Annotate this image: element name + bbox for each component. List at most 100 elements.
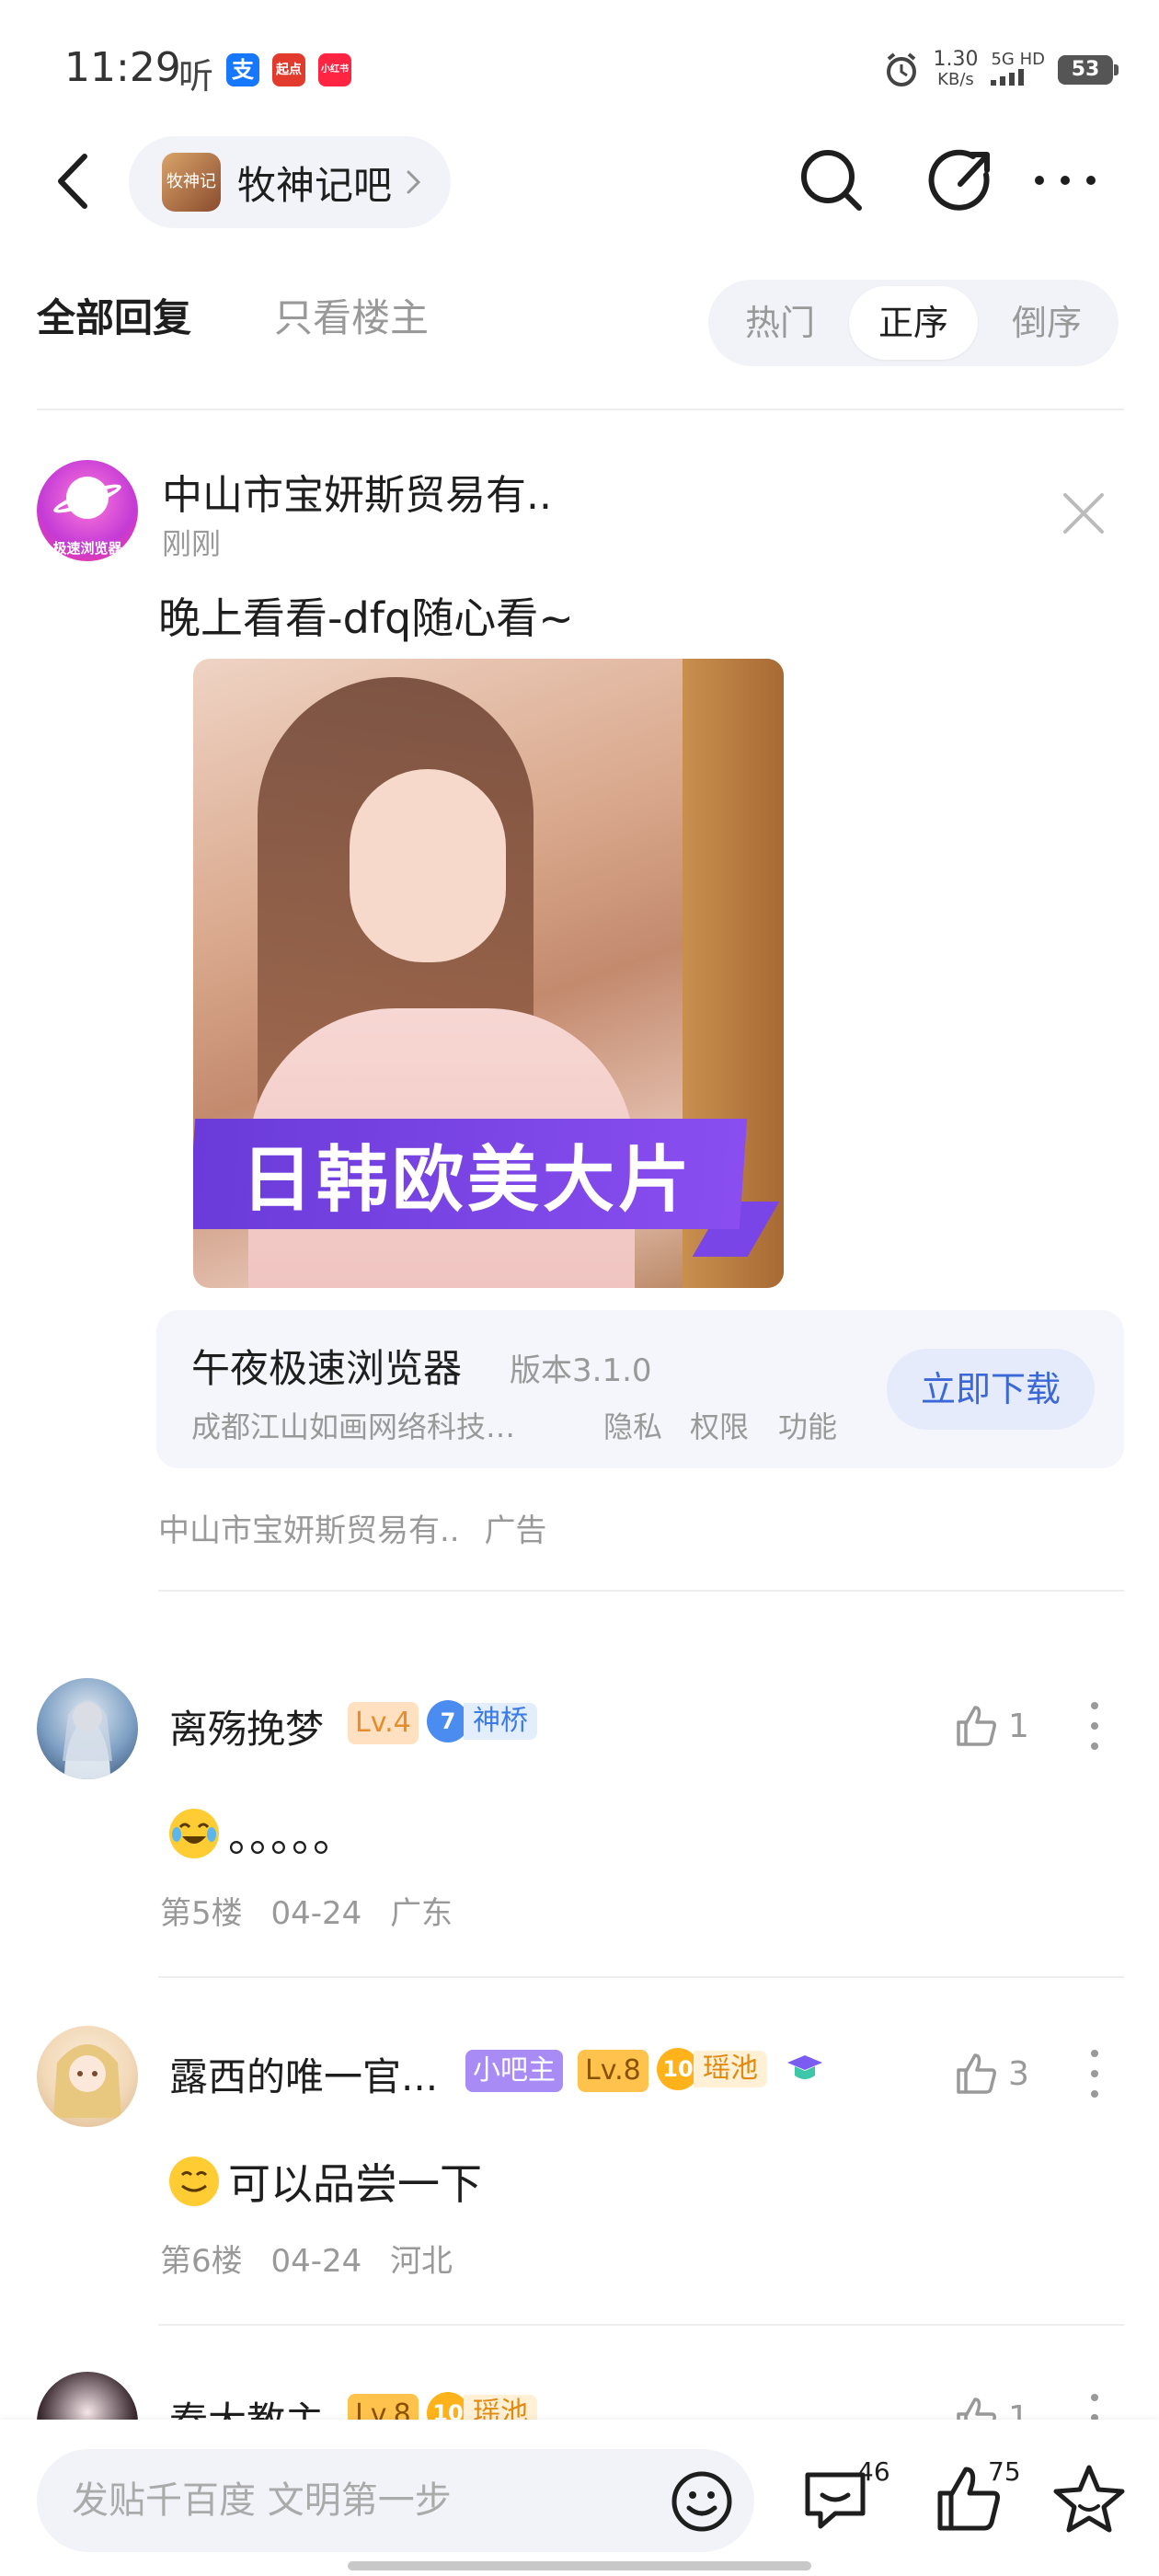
bottom-bar: 46 75 xyxy=(0,2420,1159,2576)
status-indicators: 1.30 KB/s 5G HD 53 xyxy=(883,50,1119,90)
app-version: 版本3.1.0 xyxy=(510,1352,652,1389)
reply-text: 可以品尝一下 xyxy=(228,2159,482,2209)
avatar[interactable] xyxy=(37,1678,138,1779)
features-link[interactable]: 功能 xyxy=(778,1404,837,1446)
reply-date: 04-24 xyxy=(270,2243,362,2280)
reply-region: 河北 xyxy=(390,2243,453,2280)
ad-label: 广告 xyxy=(484,1512,547,1549)
forum-link[interactable]: 牧神记 牧神记吧 xyxy=(129,136,452,228)
title-text: 瑶池 xyxy=(694,2051,767,2087)
share-icon[interactable] xyxy=(925,144,999,217)
reply-region: 广东 xyxy=(390,1895,453,1932)
smile-emoji-icon xyxy=(169,2156,219,2206)
thumbs-up-icon xyxy=(957,1706,996,1746)
like-total-count: 75 xyxy=(988,2456,1021,2487)
divider xyxy=(158,1590,1124,1592)
sort-descending[interactable]: 倒序 xyxy=(982,286,1111,360)
avatar-figure xyxy=(63,1700,112,1779)
status-bar: 11:29 听 支 起点 小红书 1.30 KB/s 5G HD 53 xyxy=(0,0,1159,138)
thumbs-up-icon xyxy=(957,2053,996,2094)
level-badge: Lv.8 xyxy=(578,2050,648,2092)
reply-meta: 第6楼 04-24 河北 xyxy=(160,2236,453,2281)
status-ting-icon: 听 xyxy=(178,56,214,97)
ad-banner-text: 日韩欧美大片 xyxy=(240,1139,694,1222)
ad-source-name: 中山市宝妍斯贸易有.. xyxy=(158,1512,460,1549)
like-button[interactable]: 3 xyxy=(953,2050,1029,2098)
graduation-cap-icon xyxy=(787,2055,822,2079)
avatar-figure xyxy=(53,2044,121,2118)
more-vertical-icon[interactable] xyxy=(1085,1698,1104,1754)
star-icon[interactable] xyxy=(1052,2462,1126,2536)
advertiser-avatar-tag: 极速浏览器 xyxy=(52,540,122,557)
reply-username[interactable]: 露西的唯一官... xyxy=(169,2046,438,2102)
sort-toggle: 热门 正序 倒序 xyxy=(708,280,1119,366)
reply-text: 。。。。。 xyxy=(228,1811,355,1861)
net-speed-value: 1.30 xyxy=(933,48,979,71)
floor-number: 第6楼 xyxy=(160,2243,243,2280)
app-developer: 成都江山如画网络科技… xyxy=(191,1409,516,1444)
more-vertical-icon[interactable] xyxy=(1085,2046,1104,2101)
like-count: 1 xyxy=(1008,1707,1029,1745)
ad-banner: 日韩欧美大片 xyxy=(193,1119,748,1229)
privacy-link[interactable]: 隐私 xyxy=(603,1404,662,1446)
alarm-icon xyxy=(887,52,917,86)
forum-header: 牧神记 牧神记吧 xyxy=(0,129,1159,239)
ad-source: 中山市宝妍斯贸易有.. 广告 xyxy=(158,1505,546,1550)
network-type: 5G HD xyxy=(991,50,1045,69)
net-speed-unit: KB/s xyxy=(937,70,974,89)
battery-indicator: 53 xyxy=(1058,55,1119,85)
like-count: 3 xyxy=(1008,2054,1029,2093)
ad-image-face xyxy=(350,769,506,962)
reply-input[interactable] xyxy=(72,2449,660,2552)
sort-ascending[interactable]: 正序 xyxy=(849,286,978,360)
xiaohongshu-icon: 小红书 xyxy=(318,53,351,86)
back-icon[interactable] xyxy=(46,149,101,213)
close-icon[interactable] xyxy=(1058,488,1109,539)
reply-date: 04-24 xyxy=(270,1895,362,1932)
divider xyxy=(158,1976,1124,1978)
level-badge: Lv.4 xyxy=(348,1702,419,1744)
download-button[interactable]: 立即下载 xyxy=(887,1349,1095,1430)
reply-content: 。。。。。 xyxy=(169,1803,355,1864)
laughing-emoji-icon xyxy=(169,1809,219,1858)
chevron-right-icon xyxy=(407,170,421,194)
more-icon[interactable] xyxy=(1028,144,1102,217)
net-speed: 1.30 KB/s xyxy=(933,50,978,90)
status-time: 11:29 xyxy=(64,44,181,91)
qidian-icon: 起点 xyxy=(272,53,305,86)
ad-title[interactable]: 晚上看看-dfq随心看~ xyxy=(158,585,574,646)
divider xyxy=(37,408,1124,410)
ad-image[interactable]: 日韩欧美大片 xyxy=(193,659,784,1288)
title-badge: 7 神桥 xyxy=(427,1700,537,1742)
tab-all-replies[interactable]: 全部回复 xyxy=(37,287,191,343)
app-download-card[interactable]: 午夜极速浏览器 版本3.1.0 成都江山如画网络科技… 隐私 权限 功能 立即下… xyxy=(156,1310,1124,1468)
comment-count: 46 xyxy=(857,2456,890,2487)
signal-block: 5G HD xyxy=(991,51,1045,89)
avatar[interactable] xyxy=(37,2026,138,2127)
reply-username[interactable]: 离殇挽梦 xyxy=(169,1698,324,1754)
signal-icon xyxy=(991,69,1025,86)
search-icon[interactable] xyxy=(795,144,868,217)
reply-input-box[interactable] xyxy=(37,2449,754,2552)
like-button[interactable]: 1 xyxy=(953,1702,1029,1750)
permissions-link[interactable]: 权限 xyxy=(690,1404,749,1446)
tab-op-only[interactable]: 只看楼主 xyxy=(274,287,429,343)
alipay-icon: 支 xyxy=(226,53,259,86)
floor-number: 第5楼 xyxy=(160,1895,243,1932)
app-name: 午夜极速浏览器 xyxy=(191,1346,463,1391)
forum-avatar: 牧神记 xyxy=(162,153,221,212)
advertiser-avatar[interactable]: 极速浏览器 xyxy=(37,460,138,561)
home-indicator[interactable] xyxy=(348,2561,811,2570)
title-badge: 10 瑶池 xyxy=(657,2048,767,2090)
host-badge: 小吧主 xyxy=(465,2050,563,2092)
forum-name: 牧神记吧 xyxy=(237,162,393,208)
reply-meta: 第5楼 04-24 广东 xyxy=(160,1888,453,1933)
divider xyxy=(158,2324,1124,2326)
reply-tabs: 全部回复 只看楼主 热门 正序 倒序 xyxy=(0,267,1159,368)
sort-hot[interactable]: 热门 xyxy=(716,286,844,360)
ad-time: 刚刚 xyxy=(162,526,222,561)
title-text: 神桥 xyxy=(464,1703,537,1740)
reply-content: 可以品尝一下 xyxy=(169,2151,482,2212)
emoji-icon[interactable] xyxy=(670,2469,734,2534)
advertiser-name[interactable]: 中山市宝妍斯贸易有.. xyxy=(162,462,552,521)
